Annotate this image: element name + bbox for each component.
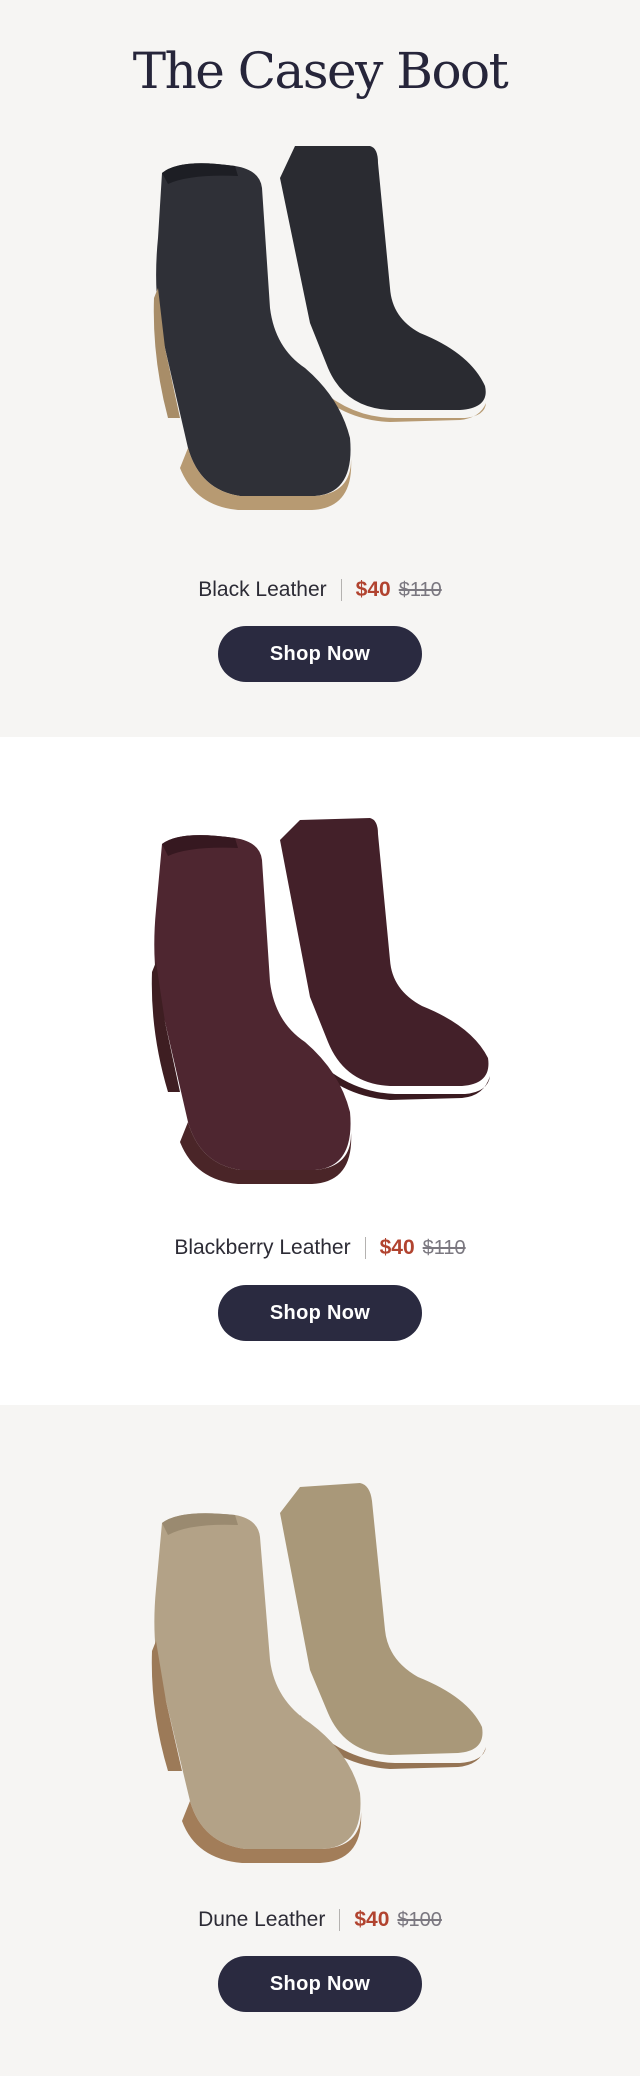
divider [340,579,342,602]
product-color-name: Dune Leather [198,1908,326,1931]
product-section-black: The Casey Boot Black Leather $40 $110 Shop… [0,0,640,737]
boot-pair-image [151,1483,486,1863]
shop-now-button-black[interactable]: Shop Now [218,626,422,682]
sale-price: $40 [379,1236,415,1259]
shop-now-button-dune[interactable]: Shop Now [218,1956,422,2012]
original-price: $110 [398,579,442,601]
divider [339,1909,341,1932]
original-price: $100 [397,1909,442,1931]
product-section-dune: Dune Leather $40 $100 Shop Now [0,1405,640,2076]
product-info-dune: Dune Leather $40 $100 [0,1907,640,1933]
product-info-blackberry: Blackberry Leather $40 $110 [0,1235,640,1261]
shop-now-button-blackberry[interactable]: Shop Now [218,1285,422,1341]
page-title: The Casey Boot [132,42,509,100]
product-section-blackberry: Blackberry Leather $40 $110 Shop Now [0,737,640,1405]
sale-price: $40 [354,1908,390,1931]
product-color-name: Blackberry Leather [174,1236,351,1259]
boot-pair-image [151,818,490,1184]
sale-price: $40 [355,578,391,601]
product-color-name: Black Leather [198,578,327,601]
divider [364,1237,366,1260]
original-price: $110 [422,1237,466,1259]
product-image-dune-leather[interactable] [140,1465,520,1885]
product-info-black: Black Leather $40 $110 [0,577,640,603]
boot-pair-image [153,146,486,510]
product-image-blackberry-leather[interactable] [140,792,520,1212]
product-image-black-leather[interactable] [140,118,520,538]
